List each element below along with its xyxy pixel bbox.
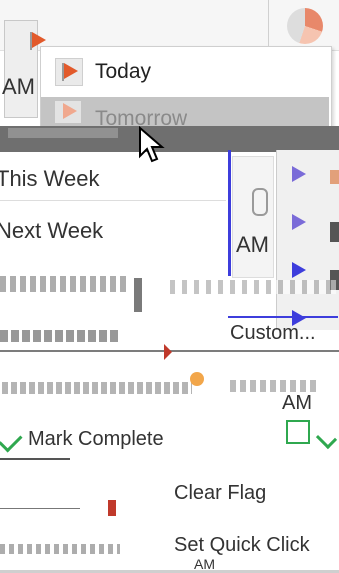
checkmark-icon (0, 428, 23, 453)
glitch-row-6 (0, 544, 120, 554)
menu-item-next-week[interactable]: Next Week (0, 210, 230, 252)
glitch-row (0, 276, 130, 292)
menu-item-this-week-label: This Week (0, 166, 100, 191)
flag-today-icon (55, 58, 83, 86)
side-panel (232, 156, 274, 278)
side-flag-icon-3 (290, 262, 306, 278)
menu-item-clear-flag[interactable]: Clear Flag (170, 478, 330, 512)
pie-chart-icon[interactable] (287, 8, 323, 44)
glitch-row-5 (230, 380, 320, 392)
menu-item-this-week[interactable]: This Week (0, 158, 230, 200)
custom-underline (228, 316, 338, 318)
menu-item-mark-complete[interactable]: Mark Complete (0, 424, 270, 458)
side-row-mark (330, 222, 339, 242)
menu-item-custom[interactable]: Custom... (228, 318, 328, 348)
side-flag-icon-1 (290, 166, 306, 182)
side-time-fragment: AM (236, 232, 269, 257)
time-fragment: AM (2, 74, 35, 99)
glitch-block (134, 278, 142, 312)
attachment-icon (252, 188, 268, 216)
check-box-2 (315, 427, 338, 450)
side-flag-icon-2 (290, 214, 306, 230)
check-box (286, 420, 310, 444)
divider-line-3 (0, 508, 80, 509)
red-flag-fragment (162, 344, 172, 360)
menu-item-tomorrow[interactable]: Tomorrow (41, 97, 329, 130)
menu-item-today-label: Today (95, 60, 152, 83)
side-panel-border (228, 150, 231, 276)
menu-item-custom-label: Custom... (230, 322, 316, 344)
orange-dot (190, 372, 204, 386)
band-ghost-text (8, 128, 118, 138)
menu-item-set-quick-click-label: Set Quick Click (174, 534, 310, 556)
divider-line-2 (0, 458, 70, 460)
flag-tomorrow-icon (55, 101, 81, 123)
glitch-row-2 (170, 280, 336, 294)
side-row-mark-3 (330, 170, 339, 184)
glitch-row-3 (0, 330, 120, 342)
side-time-fragment-2: AM (282, 392, 312, 414)
menu-item-clear-flag-label: Clear Flag (174, 482, 267, 504)
menu-item-next-week-label: Next Week (0, 218, 104, 243)
clear-flag-marker (108, 500, 116, 516)
menu-item-mark-complete-label: Mark Complete (28, 428, 164, 450)
ribbon-divider (268, 0, 269, 48)
glitch-row-4 (2, 382, 192, 394)
divider-line (0, 200, 226, 201)
menu-item-today[interactable]: Today (41, 50, 329, 94)
